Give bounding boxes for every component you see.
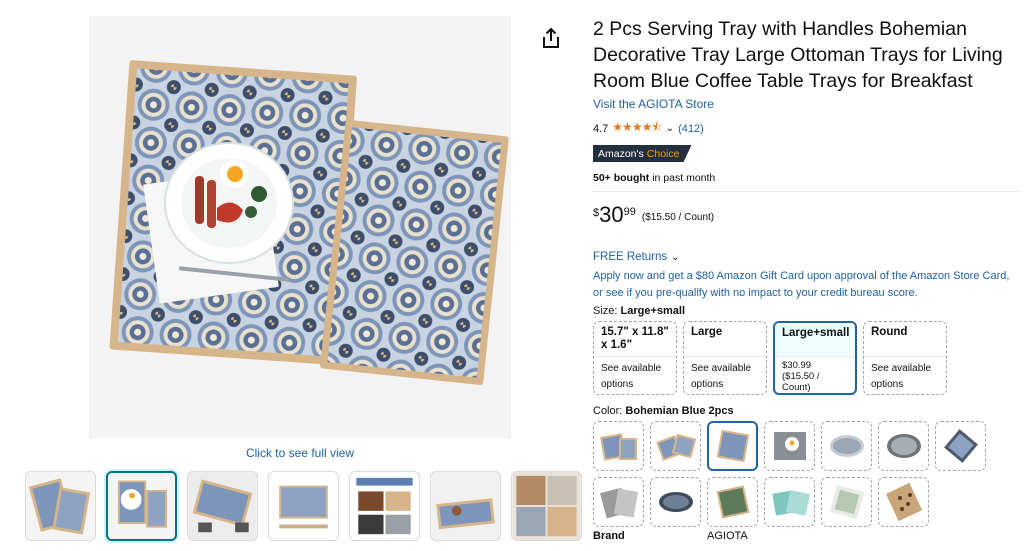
size-label-prefix: Size: <box>593 305 621 317</box>
thumbnail-dimensions[interactable] <box>268 471 339 541</box>
free-returns-label: FREE Returns <box>593 251 668 263</box>
color-selected-value: Bohemian Blue 2pcs <box>625 405 734 417</box>
size-option-sub: See available options <box>594 356 676 394</box>
color-swatches <box>593 421 1019 527</box>
thumbnail-carried[interactable] <box>187 471 258 541</box>
size-option-sub: See available options <box>684 356 766 394</box>
color-swatch-leopard[interactable] <box>878 477 929 527</box>
color-label: Color: Bohemian Blue 2pcs <box>593 405 1019 417</box>
rating-row: 4.7 ★★★★⯪ ⌄ (412) <box>593 118 1019 139</box>
divider <box>593 191 1019 192</box>
color-swatch-teal-pair[interactable] <box>764 477 815 527</box>
color-swatch-blue-pair[interactable] <box>593 421 644 471</box>
size-selected-value: Large+small <box>620 305 686 317</box>
price: $ 30 99 ($15.50 / Count) <box>593 204 1019 226</box>
size-option-large-small[interactable]: Large+small $30.99 ($15.50 / Count) <box>773 321 857 395</box>
bought-suffix: in past month <box>649 172 716 184</box>
thumbnail-features[interactable] <box>349 471 420 541</box>
badge-prefix: Amazon's <box>598 147 644 160</box>
badge-choice: Choice <box>646 147 680 160</box>
thumbnail-breakfast[interactable] <box>106 471 177 541</box>
size-option-name: Large+small <box>775 323 855 356</box>
size-option-name: 15.7" x 11.8" x 1.6" <box>601 326 669 351</box>
main-product-image[interactable] <box>89 16 511 438</box>
color-swatch-blue-pair-2[interactable] <box>650 421 701 471</box>
full-view-link[interactable]: Click to see full view <box>89 446 511 460</box>
store-card-promo[interactable]: Apply now and get a $80 Amazon Gift Card… <box>593 268 1019 302</box>
spec-key: Brand <box>593 530 625 542</box>
size-options: 15.7" x 11.8" x 1.6" See available optio… <box>593 321 1019 395</box>
size-option-round[interactable]: Round See available options <box>863 321 947 395</box>
spec-value: AGIOTA <box>707 530 748 542</box>
chevron-down-icon[interactable]: ⌄ <box>666 123 674 134</box>
size-option-name: Large <box>691 326 723 338</box>
rating-value: 4.7 <box>593 122 609 135</box>
product-details: 2 Pcs Serving Tray with Handles Bohemian… <box>593 16 1019 527</box>
thumbnail-on-table[interactable] <box>430 471 501 541</box>
thumbnail-strip <box>25 471 582 541</box>
color-swatch-green-pattern[interactable] <box>707 477 758 527</box>
amazons-choice-badge: Amazon's Choice <box>593 145 692 162</box>
size-option-15-7x11-8[interactable]: 15.7" x 11.8" x 1.6" See available optio… <box>593 321 677 395</box>
size-option-large[interactable]: Large See available options <box>683 321 767 395</box>
store-link[interactable]: Visit the AGIOTA Store <box>593 97 714 111</box>
color-swatch-blue-angled[interactable] <box>935 421 986 471</box>
price-fraction: 99 <box>623 206 636 218</box>
star-rating-icon[interactable]: ★★★★⯪ <box>612 118 662 139</box>
size-label: Size: Large+small <box>593 305 1019 317</box>
bought-in-past-month: 50+ bought in past month <box>593 172 1019 184</box>
size-option-unit-price: ($15.50 / Count) <box>782 371 820 393</box>
size-option-name: Round <box>871 326 908 338</box>
size-option-sub: See available options <box>864 356 946 394</box>
bought-count: 50+ bought <box>593 172 650 184</box>
size-option-price: $30.99 ($15.50 / Count) <box>775 356 855 393</box>
color-swatch-oval-navy[interactable] <box>650 477 701 527</box>
size-option-price-value: $30.99 <box>782 360 812 371</box>
color-swatch-blue-single[interactable] <box>707 421 758 471</box>
thumbnail-room-scenes[interactable] <box>511 471 582 541</box>
color-swatch-grey-breakfast[interactable] <box>764 421 815 471</box>
price-per-unit: ($15.50 / Count) <box>641 212 715 223</box>
spec-row-brand: Brand AGIOTA <box>593 530 748 542</box>
color-swatch-grey-pair[interactable] <box>593 477 644 527</box>
color-swatch-white-green[interactable] <box>821 477 872 527</box>
price-whole: 30 <box>599 202 624 227</box>
chevron-down-icon: ⌄ <box>671 251 680 263</box>
thumbnail-two-trays[interactable] <box>25 471 96 541</box>
share-icon[interactable] <box>540 26 562 50</box>
product-title: 2 Pcs Serving Tray with Handles Bohemian… <box>593 18 1003 92</box>
color-swatch-oval-blue[interactable] <box>821 421 872 471</box>
color-swatch-round-grey[interactable] <box>878 421 929 471</box>
review-count-link[interactable]: (412) <box>678 123 704 135</box>
free-returns-link[interactable]: FREE Returns ⌄ <box>593 251 1019 263</box>
color-label-prefix: Color: <box>593 405 626 417</box>
